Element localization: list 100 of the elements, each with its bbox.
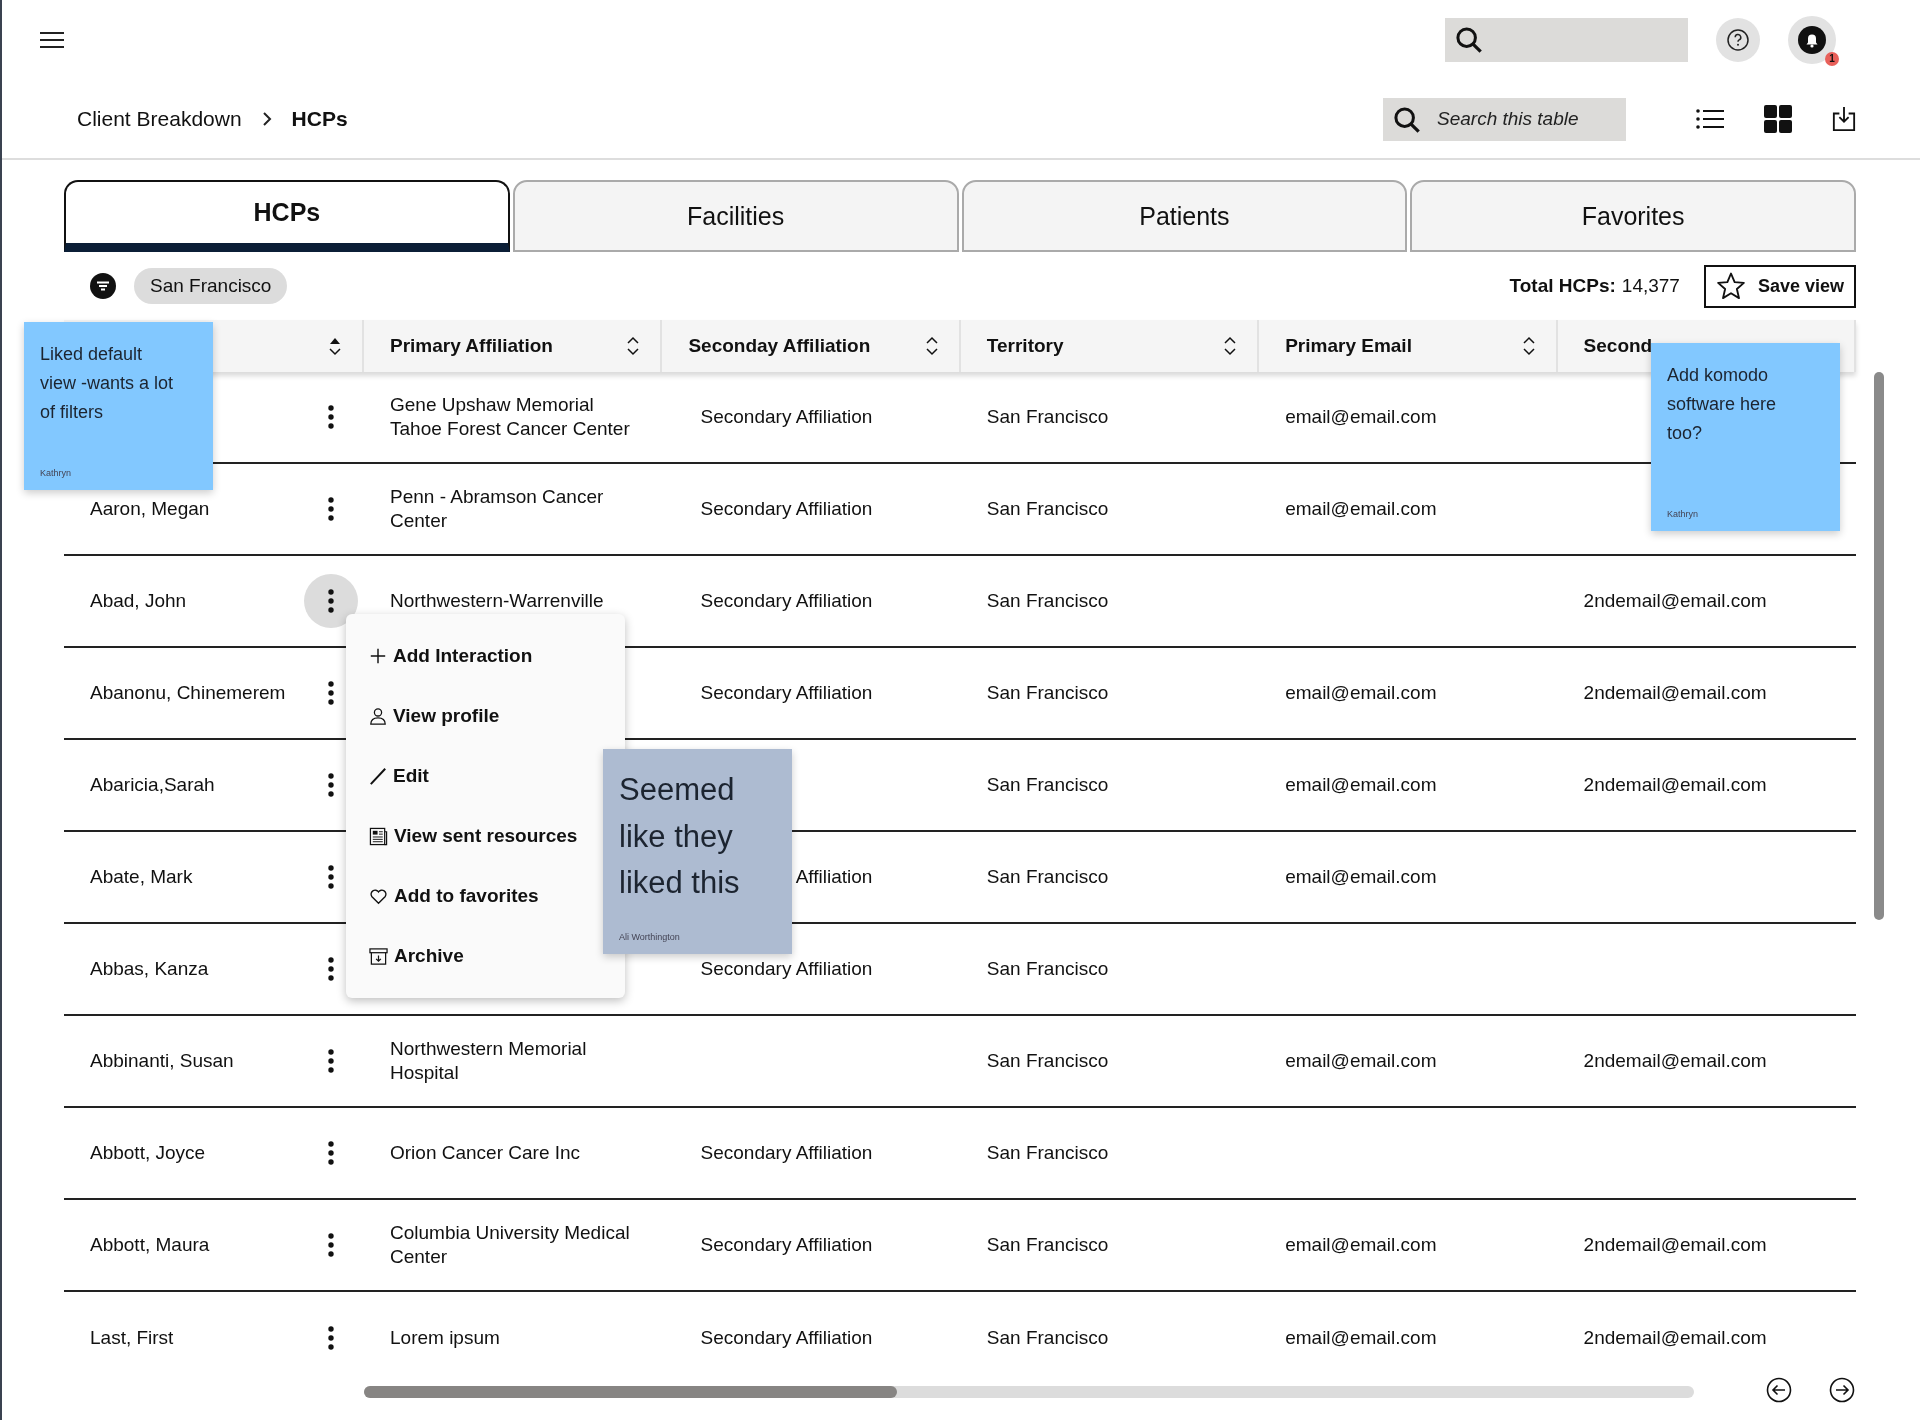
- territory-cell: San Francisco: [986, 1326, 1109, 1350]
- list-view-icon[interactable]: [1696, 108, 1724, 130]
- menu-item[interactable]: View profile: [346, 686, 500, 746]
- primary-email-cell: email@email.com: [1285, 1326, 1437, 1350]
- column-header[interactable]: Primary Affiliation: [390, 335, 553, 357]
- territory-cell: San Francisco: [986, 957, 1109, 981]
- secondary-email-cell: 2ndemail@email.com: [1583, 681, 1767, 705]
- total-label: Total HCPs:: [1509, 275, 1616, 297]
- sort-icon[interactable]: [626, 335, 641, 357]
- primary-email-cell: email@email.com: [1285, 1049, 1437, 1073]
- hcp-name-cell[interactable]: Abad, John: [90, 589, 187, 613]
- kebab-icon: [328, 1233, 334, 1257]
- territory-cell: San Francisco: [986, 865, 1109, 889]
- pencil-icon: [369, 767, 387, 785]
- hcp-name-cell[interactable]: Abbott, Joyce: [90, 1141, 206, 1165]
- territory-cell: San Francisco: [986, 1233, 1109, 1257]
- scroll-right-button[interactable]: [1829, 1377, 1855, 1403]
- primary-affiliation-cell: Orion Cancer Care Inc: [390, 1141, 581, 1165]
- menu-item[interactable]: Add to favorites: [346, 866, 539, 926]
- primary-email-cell: email@email.com: [1285, 865, 1437, 889]
- tab[interactable]: Facilities: [512, 180, 959, 252]
- hcp-name-cell[interactable]: Abbott, Maura: [90, 1233, 210, 1257]
- hcp-name-cell[interactable]: Last, First: [90, 1326, 174, 1350]
- plus-icon: [369, 647, 387, 665]
- table-search-field[interactable]: Search this table: [1383, 97, 1626, 141]
- menu-icon[interactable]: [40, 31, 64, 49]
- star-icon: [1715, 271, 1746, 301]
- territory-cell: San Francisco: [986, 773, 1109, 797]
- notifications-button[interactable]: 1: [1788, 16, 1836, 64]
- secondary-affiliation-cell: Secondary Affiliation: [700, 1233, 873, 1257]
- primary-email-cell: email@email.com: [1285, 681, 1437, 705]
- hcp-name-cell[interactable]: Abbinanti, Susan: [90, 1049, 234, 1073]
- primary-email-cell: email@email.com: [1285, 405, 1437, 429]
- download-icon[interactable]: [1832, 105, 1856, 133]
- menu-item[interactable]: Archive: [346, 926, 464, 986]
- kebab-icon: [328, 681, 334, 705]
- search-icon: [1393, 105, 1421, 134]
- territory-cell: San Francisco: [986, 1049, 1109, 1073]
- hcp-name-cell[interactable]: Abbas, Kanza: [90, 957, 209, 981]
- sort-icon[interactable]: [1521, 335, 1536, 357]
- note-author: Kathryn: [1667, 509, 1700, 519]
- territory-cell: San Francisco: [986, 405, 1109, 429]
- primary-affiliation-cell: Lorem ipsum: [390, 1326, 500, 1350]
- tab[interactable]: Patients: [961, 180, 1408, 252]
- search-field[interactable]: [1445, 18, 1688, 62]
- person-icon: [369, 706, 387, 726]
- secondary-email-cell: 2ndemail@email.com: [1583, 1233, 1767, 1257]
- kebab-icon: [328, 405, 334, 429]
- hcp-name-cell[interactable]: Abaricia,Sarah: [90, 773, 215, 797]
- horizontal-scrollbar[interactable]: [364, 1386, 1694, 1398]
- menu-item[interactable]: View sent resources: [346, 806, 578, 866]
- secondary-email-cell: 2ndemail@email.com: [1583, 1049, 1767, 1073]
- secondary-affiliation-cell: Secondary Affiliation: [700, 1141, 873, 1165]
- secondary-affiliation-cell: Secondary Affiliation: [700, 1326, 873, 1350]
- more-options-button[interactable]: [304, 574, 358, 628]
- save-view-button[interactable]: Save view: [1703, 264, 1856, 308]
- help-icon: [1726, 28, 1750, 52]
- secondary-affiliation-cell: Affiliation: [795, 865, 873, 889]
- column-header[interactable]: Seconday Affiliation: [688, 335, 871, 357]
- notification-badge: 1: [1825, 52, 1839, 66]
- grid-view-icon[interactable]: [1764, 105, 1792, 133]
- note-author: Kathryn: [40, 468, 73, 478]
- kebab-icon: [328, 1049, 334, 1073]
- territory-cell: San Francisco: [986, 1141, 1109, 1165]
- territory-cell: San Francisco: [986, 589, 1109, 613]
- breadcrumb-link[interactable]: Client Breakdown: [77, 107, 242, 131]
- column-header[interactable]: Primary Email: [1285, 335, 1412, 357]
- menu-item[interactable]: Add Interaction: [346, 626, 533, 686]
- secondary-affiliation-cell: Secondary Affiliation: [700, 405, 873, 429]
- chevron-right-icon: [261, 111, 272, 127]
- secondary-email-cell: 2ndemail@email.com: [1583, 589, 1767, 613]
- column-header[interactable]: Second: [1583, 335, 1653, 357]
- heart-icon: [369, 887, 388, 905]
- filter-chip[interactable]: San Francisco: [134, 268, 288, 304]
- scroll-left-button[interactable]: [1766, 1377, 1792, 1403]
- primary-affiliation-cell-text: Columbia University Medical Center: [390, 1221, 631, 1269]
- column-header[interactable]: Territory: [986, 335, 1064, 357]
- hcp-name-cell[interactable]: Abate, Mark: [90, 865, 193, 889]
- primary-affiliation-cell-text: Gene Upshaw Memorial Tahoe Forest Cancer Center: [390, 393, 631, 441]
- hcp-name-cell[interactable]: Abanonu, Chinemerem: [90, 681, 286, 705]
- kebab-icon: [328, 589, 334, 613]
- kebab-icon: [328, 1326, 334, 1350]
- hcp-name-cell[interactable]: Aaron, Megan: [90, 497, 210, 521]
- kebab-icon: [328, 865, 334, 889]
- tab[interactable]: HCPs: [64, 180, 510, 252]
- secondary-email-cell: 2ndemail@email.com: [1583, 773, 1767, 797]
- secondary-affiliation-cell: Secondary Affiliation: [700, 589, 873, 613]
- filter-icon[interactable]: [90, 273, 116, 299]
- help-button[interactable]: [1716, 18, 1760, 62]
- menu-item[interactable]: Edit: [346, 746, 429, 806]
- kebab-icon: [328, 1141, 334, 1165]
- primary-email-cell: email@email.com: [1285, 497, 1437, 521]
- sort-icon[interactable]: [924, 335, 939, 357]
- primary-affiliation-cell: Northwestern-Warrenville: [390, 589, 604, 613]
- breadcrumb-current: HCPs: [291, 107, 348, 131]
- archive-icon: [369, 946, 388, 966]
- secondary-affiliation-cell: Secondary Affiliation: [700, 681, 873, 705]
- sort-icon[interactable]: [1223, 335, 1238, 357]
- note-author: Ali Worthington: [619, 932, 681, 942]
- tab[interactable]: Favorites: [1410, 180, 1856, 252]
